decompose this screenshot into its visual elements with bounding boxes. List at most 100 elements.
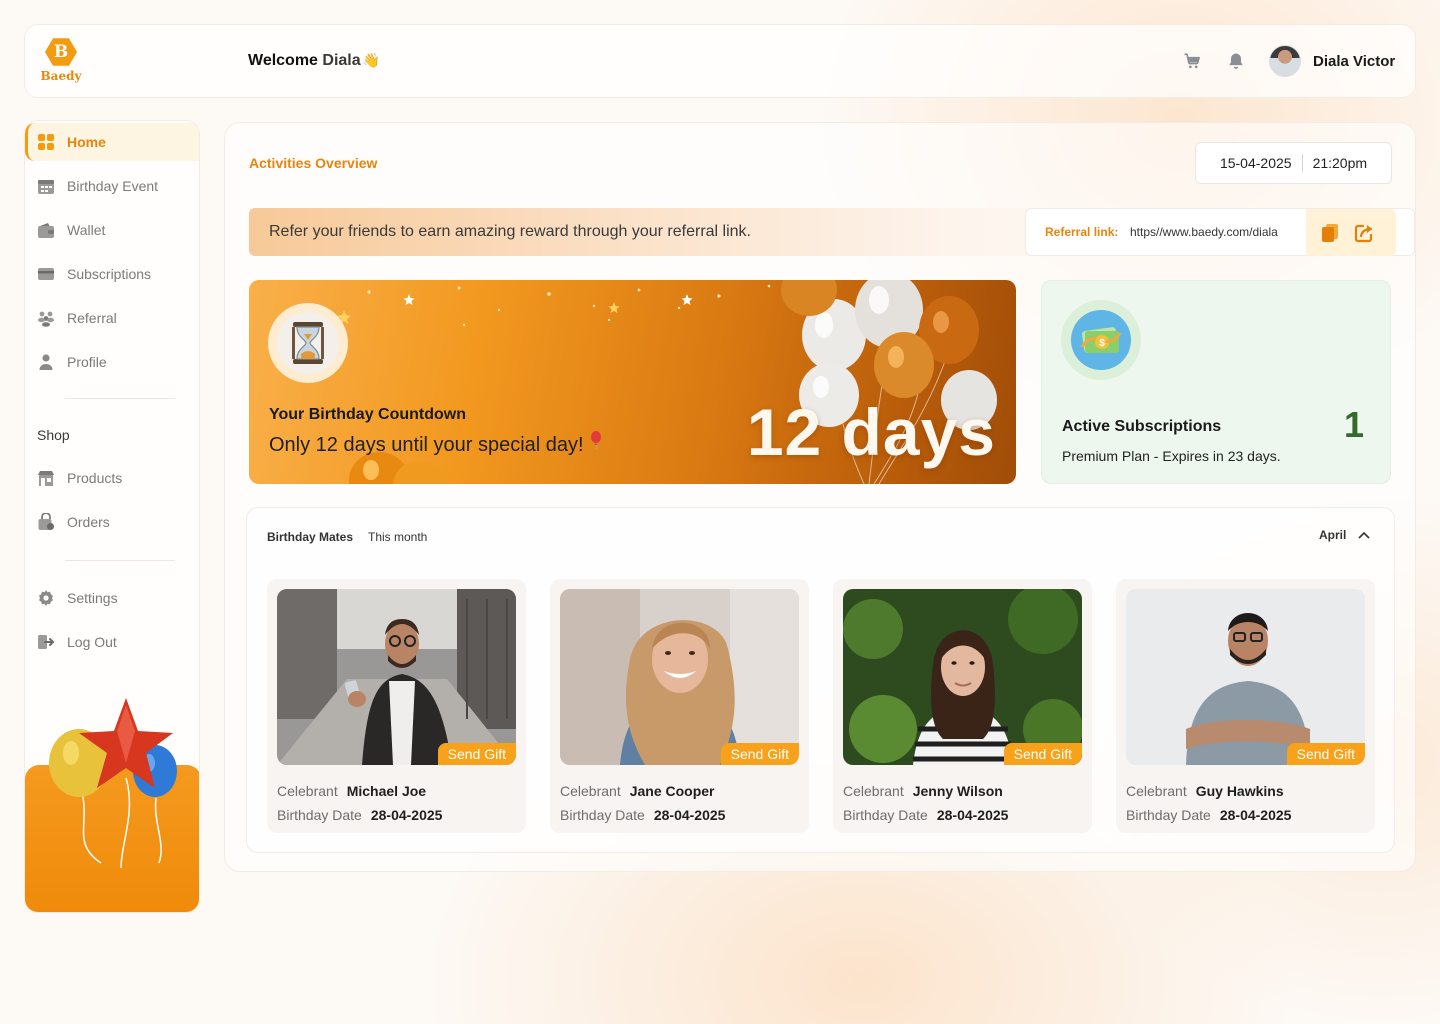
celebrant-label: Celebrant — [560, 783, 621, 799]
current-time: 21:20pm — [1312, 155, 1368, 171]
month-value: April — [1319, 528, 1347, 542]
send-gift-button[interactable]: Send Gift — [437, 743, 516, 765]
countdown-title: Your Birthday Countdown — [269, 406, 467, 423]
sidebar-item-label: Products — [67, 470, 123, 486]
subscriptions-detail: Premium Plan - Expires in 23 days. — [1062, 448, 1281, 464]
welcome-label: Welcome — [248, 52, 318, 69]
sidebar-item-label: Log Out — [67, 634, 117, 650]
balloons-illustration — [49, 698, 177, 869]
page-title: Activities Overview — [249, 155, 378, 171]
user-icon — [39, 354, 53, 370]
user-name[interactable]: Diala Victor — [1313, 53, 1395, 70]
sidebar-item-orders[interactable]: Orders — [25, 503, 199, 541]
hourglass-badge — [268, 303, 348, 383]
countdown-subtitle: Only 12 days until your special day! — [269, 431, 603, 457]
mate-photo: Send Gift — [277, 589, 516, 765]
sidebar-item-subscriptions[interactable]: Subscriptions — [25, 255, 199, 293]
mate-photo: Send Gift — [843, 589, 1082, 765]
active-subscriptions-card[interactable]: $ Active Subscriptions Premium Plan - Ex… — [1041, 280, 1391, 484]
birthday-date-label: Birthday Date — [560, 807, 645, 823]
mate-photo: Send Gift — [1126, 589, 1365, 765]
sidebar-item-logout[interactable]: Log Out — [25, 623, 199, 661]
bell-icon[interactable] — [1226, 51, 1246, 71]
referral-actions — [1306, 209, 1396, 256]
sidebar-divider — [65, 398, 175, 399]
grid-icon — [38, 134, 54, 150]
sidebar-item-profile[interactable]: Profile — [25, 343, 199, 381]
people-icon — [38, 311, 54, 327]
chevron-up-icon — [1358, 531, 1370, 539]
celebrant-label: Celebrant — [843, 783, 904, 799]
current-date: 15-04-2025 — [1219, 155, 1292, 171]
wallet-icon — [38, 223, 54, 238]
svg-text:$: $ — [1099, 338, 1105, 349]
share-icon[interactable] — [1353, 222, 1375, 244]
referral-link-box: Referral link: https//www.baedy.com/dial… — [1025, 208, 1415, 256]
shop-section-label: Shop — [37, 427, 70, 443]
user-avatar[interactable] — [1269, 45, 1301, 77]
sidebar-item-home[interactable]: Home — [25, 123, 199, 161]
copy-icon[interactable] — [1319, 222, 1341, 244]
birthday-date-label: Birthday Date — [1126, 807, 1211, 823]
birthday-date-value: 28-04-2025 — [936, 807, 1009, 823]
sidebar: Home Birthday Event Wallet Subscriptions… — [24, 120, 200, 913]
sidebar-item-label: Subscriptions — [67, 266, 152, 282]
birthday-date-row: Birthday Date 28-04-2025 — [277, 807, 442, 823]
date-time-display: 15-04-2025 21:20pm — [1195, 142, 1392, 184]
wave-icon: 👋 — [362, 52, 381, 68]
send-gift-button[interactable]: Send Gift — [720, 743, 799, 765]
send-gift-button[interactable]: Send Gift — [1286, 743, 1365, 765]
celebrant-name: Jane Cooper — [629, 783, 715, 799]
sidebar-item-wallet[interactable]: Wallet — [25, 211, 199, 249]
brand-logo[interactable]: B Baedy — [39, 37, 83, 83]
birthday-mates-section: Birthday Mates This month April Send Gif… — [246, 507, 1395, 853]
brand-name: Baedy — [40, 69, 82, 83]
celebrant-row: Celebrant Guy Hawkins — [1126, 783, 1284, 799]
sidebar-item-label: Profile — [67, 354, 107, 370]
mates-period: This month — [368, 530, 428, 544]
sidebar-item-label: Orders — [67, 514, 110, 530]
referral-banner: Refer your friends to earn amazing rewar… — [249, 208, 1415, 256]
sidebar-item-label: Settings — [67, 590, 118, 606]
top-header: B Baedy Welcome Diala 👋 Diala Victor — [24, 24, 1416, 98]
subscription-badge: $ — [1061, 300, 1141, 380]
mate-card: Send Gift Celebrant Michael Joe Birthday … — [267, 579, 526, 833]
referral-link-label: Referral link: — [1045, 225, 1119, 239]
sidebar-item-label: Referral — [67, 310, 117, 326]
mates-title: Birthday Mates — [267, 530, 354, 544]
referral-link-url[interactable]: https//www.baedy.com/diala — [1130, 225, 1278, 239]
logout-icon — [38, 635, 54, 649]
celebrant-name: Guy Hawkins — [1195, 783, 1284, 799]
celebrant-row: Celebrant Jane Cooper — [560, 783, 715, 799]
celebrant-label: Celebrant — [1126, 783, 1187, 799]
celebrant-row: Celebrant Jenny Wilson — [843, 783, 1003, 799]
birthday-date-value: 28-04-2025 — [370, 807, 443, 823]
welcome-user: Diala — [322, 52, 361, 69]
logo-mark: B — [45, 38, 77, 66]
mate-photo: Send Gift — [560, 589, 799, 765]
birthday-date-row: Birthday Date 28-04-2025 — [1126, 807, 1291, 823]
birthday-date-value: 28-04-2025 — [653, 807, 726, 823]
sidebar-item-label: Wallet — [67, 222, 106, 238]
sidebar-item-birthday-event[interactable]: Birthday Event — [25, 167, 199, 205]
bag-icon — [38, 513, 54, 530]
gear-icon — [39, 590, 53, 606]
hourglass-icon — [292, 322, 324, 364]
separator — [1301, 154, 1303, 172]
sidebar-item-label: Home — [67, 134, 106, 150]
cart-icon[interactable] — [1182, 51, 1202, 71]
calendar-icon — [38, 180, 54, 194]
birthday-date-row: Birthday Date 28-04-2025 — [560, 807, 725, 823]
balloon-icon — [591, 431, 602, 450]
store-icon — [38, 471, 54, 486]
birthday-countdown-card: Your Birthday Countdown Only 12 days unt… — [249, 280, 1016, 484]
sidebar-item-referral[interactable]: Referral — [25, 299, 199, 337]
sidebar-item-settings[interactable]: Settings — [25, 579, 199, 617]
referral-message: Refer your friends to earn amazing rewar… — [269, 223, 751, 240]
birthday-date-value: 28-04-2025 — [1219, 807, 1292, 823]
sidebar-item-products[interactable]: Products — [25, 459, 199, 497]
celebrant-row: Celebrant Michael Joe — [277, 783, 426, 799]
mate-card: Send Gift Celebrant Jenny Wilson Birthday… — [833, 579, 1092, 833]
send-gift-button[interactable]: Send Gift — [1003, 743, 1082, 765]
month-selector[interactable]: April — [1319, 528, 1370, 542]
